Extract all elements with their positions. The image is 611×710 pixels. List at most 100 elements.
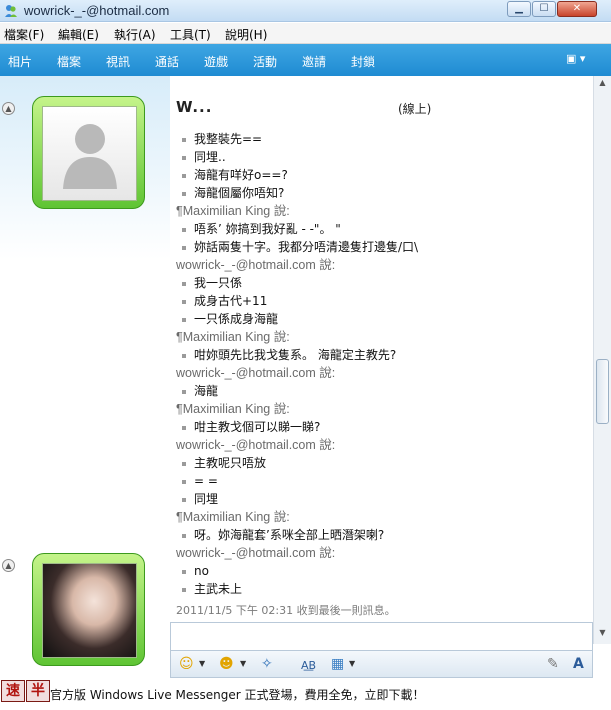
bullet-icon: [182, 173, 186, 178]
toolbar-item[interactable]: 檔案: [57, 53, 81, 70]
window-title: wowrick-_-@hotmail.com: [24, 3, 170, 18]
message-line: 一只係成身海龍: [176, 310, 588, 328]
scrollbar[interactable]: ▲ ▼: [593, 76, 611, 644]
font-icon[interactable]: A͟B: [301, 658, 316, 674]
message-line: 海龍: [176, 382, 588, 400]
contact-picture-frame[interactable]: [32, 96, 145, 209]
toolbar-more-icon[interactable]: ▣ ▾: [566, 52, 592, 68]
message-line: 咁主教戈個可以睇一睇?: [176, 418, 588, 436]
message-text: 一只係成身海龍: [194, 312, 279, 326]
bullet-icon: [182, 461, 186, 466]
bullet-icon: [182, 497, 186, 502]
message-text: 主武未上: [194, 582, 243, 596]
bullet-icon: [182, 587, 186, 592]
wink-menu-icon[interactable]: ▼: [240, 659, 246, 668]
contact-avatar: [42, 106, 137, 201]
sender-name: ¶Maximilian King 說:: [176, 402, 290, 416]
maximize-button[interactable]: ☐: [532, 1, 556, 17]
emoticon-menu-icon[interactable]: ▼: [199, 659, 205, 668]
menu-item[interactable]: 執行(A): [114, 26, 156, 43]
user-picture-frame[interactable]: [32, 553, 145, 666]
message-line: 呀。妳海龍套’系咪全部上晒潛架喇?: [176, 526, 588, 544]
toolbar-item[interactable]: 活動: [253, 53, 277, 70]
background-menu-icon[interactable]: ▼: [349, 659, 355, 668]
conversation-area: W... (線上) 我整裝先== 同埋.. 海龍有咩好o==? 海龍個屬你唔知? ¶Ma…: [170, 76, 593, 644]
bullet-icon: [182, 317, 186, 322]
bullet-icon: [182, 389, 186, 394]
message-line: 我一只係: [176, 274, 588, 292]
picture-panel: ▲ ▲: [0, 76, 170, 688]
toolbar-item[interactable]: 封鎖: [351, 53, 375, 70]
collapse-user-picture-icon[interactable]: ▲: [2, 559, 15, 572]
nudge-icon[interactable]: ✧: [261, 656, 273, 672]
message-line: 海龍個屬你唔知?: [176, 184, 588, 202]
sender-name: ¶Maximilian King 說:: [176, 510, 290, 524]
sender-name: wowrick-_-@hotmail.com 說:: [176, 258, 336, 272]
message-line: 同埋..: [176, 148, 588, 166]
sender-line: ¶Maximilian King 說:: [176, 508, 588, 526]
sender-name: ¶Maximilian King 說:: [176, 204, 290, 218]
bullet-icon: [182, 569, 186, 574]
toolbar-item[interactable]: 視訊: [106, 53, 130, 70]
bullet-icon: [182, 227, 186, 232]
emoticon-icon[interactable]: ☺: [179, 656, 194, 672]
title-bar: wowrick-_-@hotmail.com ▁ ☐ ✕: [0, 0, 611, 22]
sender-name: wowrick-_-@hotmail.com 說:: [176, 438, 336, 452]
sender-name: wowrick-_-@hotmail.com 說:: [176, 366, 336, 380]
message-line: 咁妳頭先比我戈隻系。 海龍定主教先?: [176, 346, 588, 364]
menu-bar: 檔案(F) 編輯(E) 執行(A) 工具(T) 說明(H): [0, 23, 611, 44]
toolbar-item[interactable]: 邀請: [302, 53, 326, 70]
message-text: 同埋..: [194, 150, 226, 164]
collapse-contact-picture-icon[interactable]: ▲: [2, 102, 15, 115]
scroll-up-icon[interactable]: ▲: [596, 78, 609, 91]
message-text: 主教呢只唔放: [194, 456, 267, 470]
bullet-icon: [182, 281, 186, 286]
compose-toolbar: ☺ ▼ ☻ ▼ ✧ A͟B ▦ ▼ ✎ A: [170, 650, 593, 678]
scroll-thumb[interactable]: [596, 359, 609, 424]
toolbar-item[interactable]: 通話: [155, 53, 179, 70]
message-line: 海龍有咩好o==?: [176, 166, 588, 184]
default-user-icon: [63, 124, 117, 189]
bullet-icon: [182, 245, 186, 250]
toolbar-item[interactable]: 遊戲: [204, 53, 228, 70]
menu-item[interactable]: 工具(T): [170, 26, 211, 43]
sender-name: ¶Maximilian King 說:: [176, 330, 290, 344]
user-avatar: [42, 563, 137, 658]
last-message-time: 2011/11/5 下午 02:31 收到最後一則訊息。: [176, 604, 396, 617]
message-input[interactable]: [170, 622, 593, 652]
sender-line: wowrick-_-@hotmail.com 說:: [176, 364, 588, 382]
handwriting-icon[interactable]: ✎: [547, 656, 559, 672]
menu-item[interactable]: 說明(H): [225, 26, 267, 43]
message-text: no: [194, 564, 209, 578]
message-text: 我一只係: [194, 276, 243, 290]
ad-logo-left[interactable]: 速: [1, 680, 25, 702]
bullet-icon: [182, 191, 186, 196]
message-history: 我整裝先== 同埋.. 海龍有咩好o==? 海龍個屬你唔知? ¶Maximilian K…: [176, 130, 588, 598]
message-line: 主教呢只唔放: [176, 454, 588, 472]
message-text: 咁妳頭先比我戈隻系。 海龍定主教先?: [194, 348, 397, 362]
minimize-button[interactable]: ▁: [507, 1, 531, 17]
message-text: 海龍個屬你唔知?: [194, 186, 285, 200]
wink-icon[interactable]: ☻: [219, 656, 234, 672]
sender-line: wowrick-_-@hotmail.com 說:: [176, 544, 588, 562]
ad-link[interactable]: 官方版 Windows Live Messenger 正式登場，費用全免，立即下…: [50, 686, 425, 703]
ad-logo-right[interactable]: 半: [26, 680, 50, 702]
toolbar-item[interactable]: 相片: [8, 53, 32, 70]
message-line: no: [176, 562, 588, 580]
contact-status: (線上): [398, 102, 432, 116]
scroll-down-icon[interactable]: ▼: [596, 628, 609, 641]
close-button[interactable]: ✕: [557, 1, 597, 17]
menu-item[interactable]: 編輯(E): [58, 26, 99, 43]
message-line: 成身古代+11: [176, 292, 588, 310]
messenger-icon: [5, 5, 17, 17]
text-format-icon[interactable]: A: [573, 656, 584, 672]
background-icon[interactable]: ▦: [331, 656, 344, 672]
ad-bar: 速 半 官方版 Windows Live Messenger 正式登場，費用全免…: [0, 680, 611, 710]
message-text: 成身古代+11: [194, 294, 268, 308]
bullet-icon: [182, 479, 186, 484]
sender-line: ¶Maximilian King 說:: [176, 400, 588, 418]
message-text: 咁主教戈個可以睇一睇?: [194, 420, 321, 434]
message-line: 主武未上: [176, 580, 588, 598]
menu-item[interactable]: 檔案(F): [4, 26, 44, 43]
sender-name: wowrick-_-@hotmail.com 說:: [176, 546, 336, 560]
